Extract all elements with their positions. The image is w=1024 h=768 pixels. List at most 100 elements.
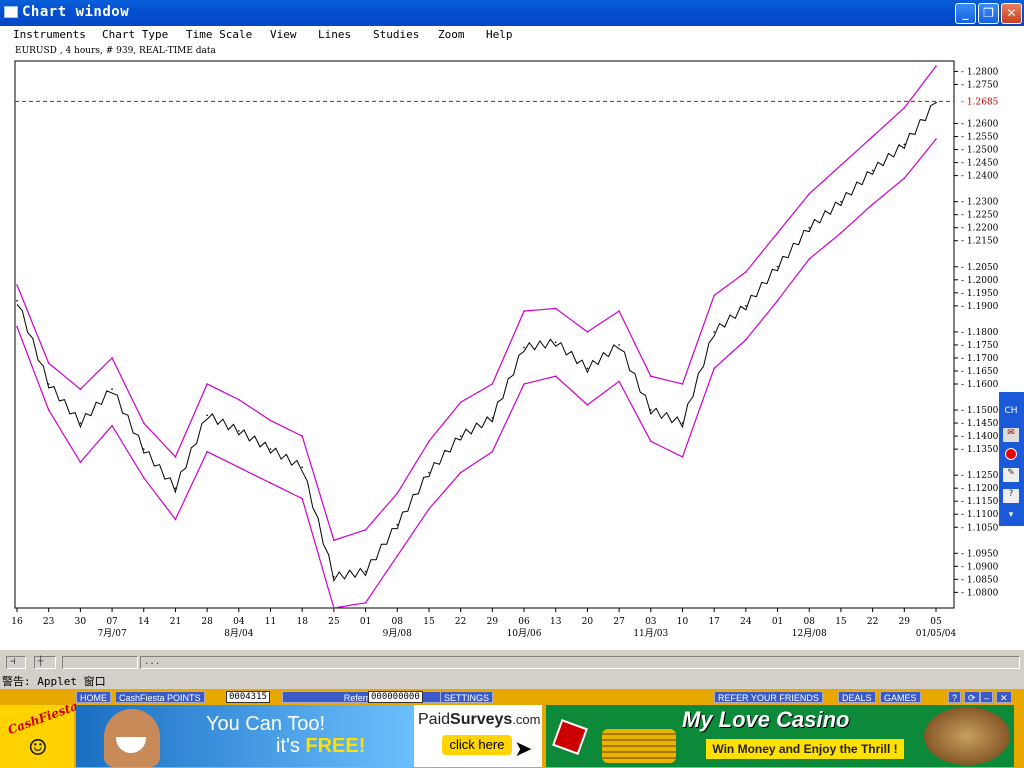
plot-frame — [14, 60, 955, 609]
series-1-point — [111, 357, 113, 359]
ad-deals-button[interactable]: DEALS — [838, 691, 876, 703]
y-tick-label: - 1.2050 — [961, 263, 999, 273]
x-tick-label: 24 — [740, 617, 752, 627]
ad-points-value: 0004315 — [226, 691, 270, 703]
x-tick-label: 29 — [487, 617, 499, 627]
banner1-click-button[interactable]: click here — [442, 735, 512, 755]
x-tick-label: 08 — [392, 617, 404, 627]
series-1-point — [681, 383, 684, 385]
series-0-point — [206, 414, 208, 417]
series-2-point — [776, 299, 779, 302]
y-tick-label: - 1.1700 — [961, 354, 999, 364]
ch-icon[interactable]: CH — [1003, 406, 1019, 420]
pin-icon[interactable]: ⊣ — [6, 656, 26, 669]
series-2-point — [523, 383, 525, 385]
ad-refer-button[interactable]: REFER YOUR FRIENDS — [714, 691, 823, 703]
series-0-point — [47, 383, 50, 385]
cashfiesta-logo[interactable]: CashFiesta ☺ — [0, 699, 80, 768]
series-1-point — [301, 435, 304, 437]
y-tick-label: - 1.1100 — [961, 510, 999, 520]
menu-time-scale[interactable]: Time Scale — [186, 28, 252, 41]
series-2-point — [428, 508, 430, 510]
menu-zoom[interactable]: Zoom — [438, 28, 465, 41]
crosshair-icon[interactable]: ┼ — [34, 656, 56, 669]
x-tick-label: 03 — [645, 617, 657, 627]
casino-banner[interactable]: My Love Casino Win Money and Enjoy the T… — [546, 705, 1014, 767]
menu-studies[interactable]: Studies — [373, 28, 419, 41]
menu-chart-type[interactable]: Chart Type — [102, 28, 168, 41]
x-tick-label: 10 — [677, 617, 689, 627]
minimize-button[interactable]: _ — [955, 3, 976, 24]
x-tick-label: 23 — [43, 617, 55, 627]
series-1-point — [491, 383, 494, 385]
x-tick-label: 11 — [265, 617, 276, 627]
y-tick-label: - 1.1600 — [961, 380, 999, 390]
chips-icon — [602, 729, 676, 763]
message-icon[interactable]: ✉ — [1003, 428, 1019, 442]
menu-instruments[interactable]: Instruments — [13, 28, 86, 41]
x-tick-label: 16 — [11, 617, 23, 627]
series-2-point — [618, 380, 620, 383]
y-tick-label: - 1.0950 — [961, 549, 999, 559]
x-tick-label: 27 — [613, 617, 625, 627]
x-tick-label: 08 — [804, 617, 816, 627]
stop-icon[interactable] — [1003, 448, 1019, 462]
chevron-down-icon[interactable]: ▾ — [1003, 510, 1019, 524]
series-0-point — [238, 430, 240, 432]
x-month-label: 8月/04 — [224, 628, 253, 639]
series-0-point — [618, 344, 620, 346]
price-chart[interactable]: - 1.2800 - 1.2750 - 1.2600 - 1.2550 - 1.2500… — [0, 45, 1024, 650]
series-0-point — [333, 575, 335, 578]
chart-label: EURUSD , 4 hours, # 939, REAL-TIME data — [15, 46, 216, 56]
series-2-point — [364, 601, 367, 604]
x-tick-label: 07 — [106, 617, 118, 627]
series-0-point — [586, 367, 589, 370]
close-button[interactable]: ✕ — [1001, 3, 1022, 24]
ad-games-button[interactable]: GAMES — [880, 691, 921, 703]
edit-icon[interactable]: ✎ — [1003, 468, 1019, 482]
banner1-brand-com: .com — [512, 712, 541, 727]
chart-area[interactable]: - 1.2800 - 1.2750 - 1.2600 - 1.2550 - 1.2500… — [0, 45, 1024, 650]
series-1-point — [142, 422, 145, 424]
series-2-point — [840, 232, 842, 234]
ad-home-button[interactable]: HOME — [76, 691, 111, 703]
series-0-point — [79, 422, 82, 424]
y-tick-label: - 1.1400 — [961, 432, 999, 442]
x-tick-label: 04 — [233, 617, 245, 627]
ad-settings-button[interactable]: SETTINGS — [440, 691, 494, 703]
roulette-icon — [924, 707, 1010, 765]
y-tick-label: - 1.2300 — [961, 198, 999, 208]
y-tick-label: - 1.2000 — [961, 276, 999, 286]
series-2-point — [745, 338, 747, 341]
menu-lines[interactable]: Lines — [318, 28, 351, 41]
y-tick-label: - 1.2400 — [961, 172, 999, 182]
series-2-point — [554, 375, 557, 377]
x-tick-label: 14 — [138, 617, 150, 627]
y-tick-label: - 1.1450 — [961, 419, 999, 429]
ad-help-button[interactable]: ? — [948, 691, 962, 703]
ad-refresh-button[interactable]: ⟳ — [964, 691, 980, 703]
series-0-point — [459, 435, 462, 437]
series-0-point — [428, 471, 430, 474]
ad-close-button[interactable]: ✕ — [996, 691, 1012, 703]
restore-button[interactable]: ❐ — [978, 3, 999, 24]
series-2-point — [238, 466, 240, 469]
x-month-label: 9月/08 — [383, 628, 412, 639]
x-tick-label: 17 — [708, 617, 720, 627]
paid-surveys-banner[interactable]: You Can Too! it's FREE! PaidSurveys.com … — [76, 705, 542, 767]
y-tick-label: - 1.2450 — [961, 159, 999, 169]
y-tick-label: - 1.1750 — [961, 341, 999, 351]
series-1-point — [776, 232, 779, 234]
series-1-point — [174, 456, 177, 458]
series-2-point — [586, 404, 589, 406]
series-2-point — [301, 497, 304, 500]
series-1-point — [935, 65, 937, 68]
help-icon[interactable]: ? — [1003, 489, 1019, 503]
y-tick-label: - 1.1950 — [961, 289, 999, 299]
series-0-point — [396, 523, 399, 526]
ad-minimize-button[interactable]: – — [980, 691, 994, 703]
menu-help[interactable]: Help — [486, 28, 513, 41]
menu-view[interactable]: View — [270, 28, 297, 41]
series-2-point — [16, 325, 18, 328]
dice-icon — [552, 719, 588, 755]
